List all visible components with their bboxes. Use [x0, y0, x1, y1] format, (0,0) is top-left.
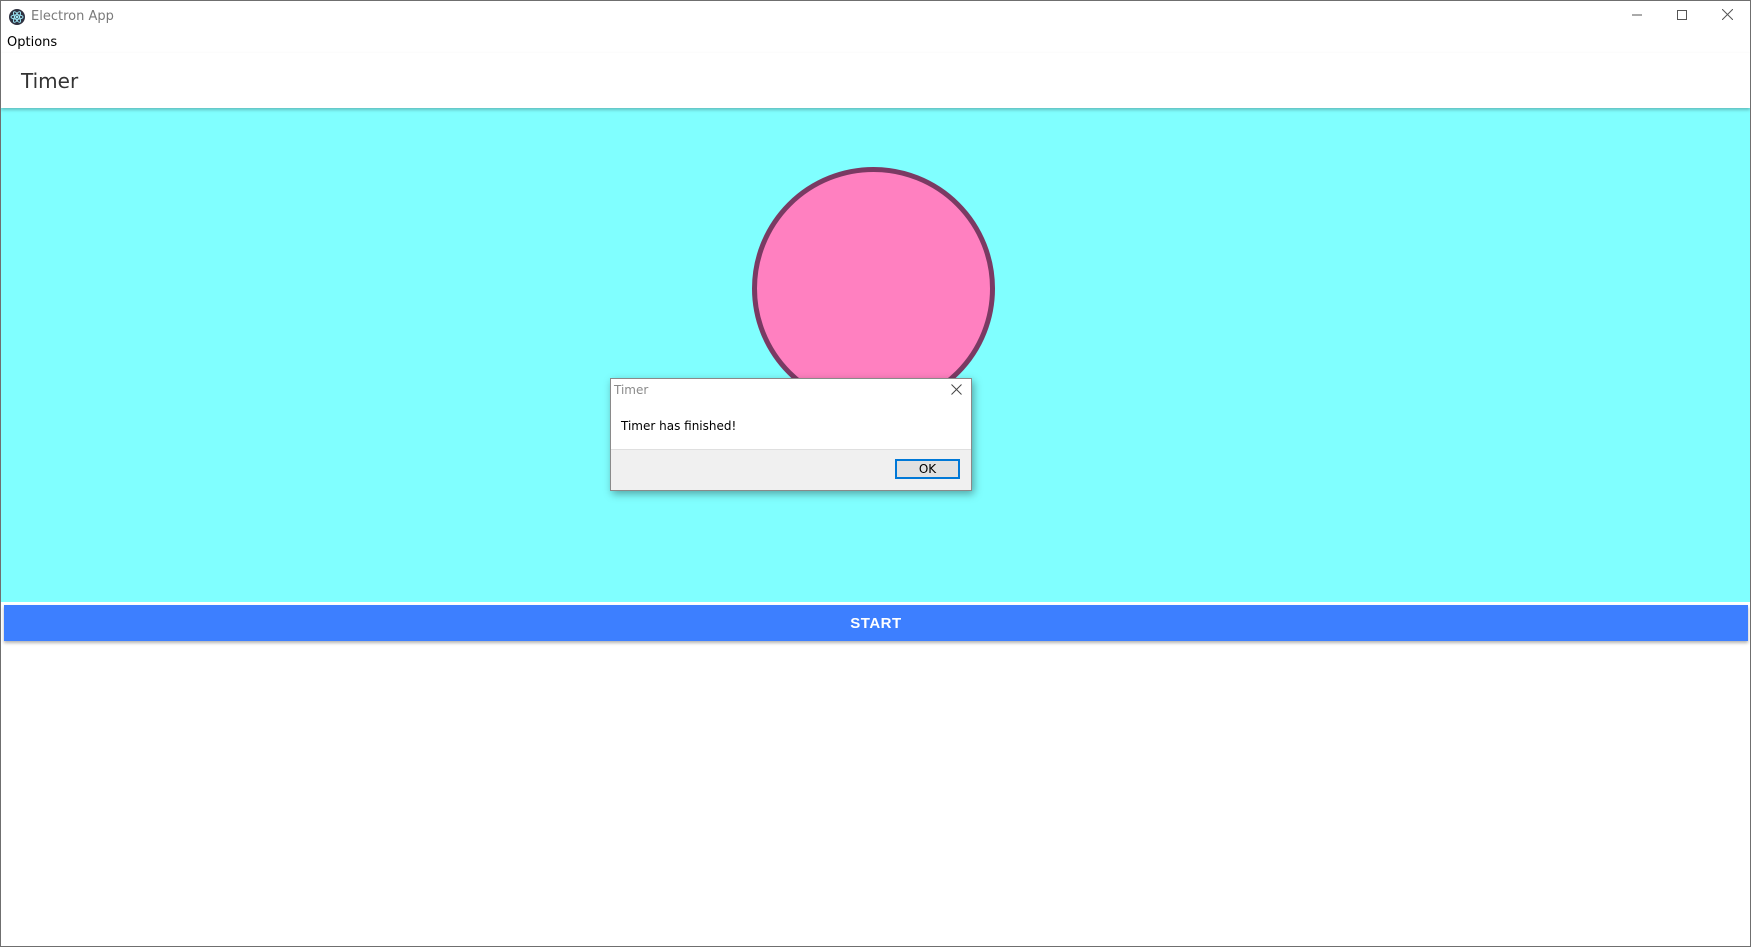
maximize-icon	[1677, 7, 1687, 25]
dialog-message: Timer has finished!	[621, 419, 737, 433]
maximize-button[interactable]	[1659, 1, 1705, 31]
menu-bar: Options	[1, 31, 1750, 53]
ok-button[interactable]: OK	[895, 459, 960, 479]
close-icon	[950, 382, 962, 400]
close-button[interactable]	[1704, 1, 1750, 31]
start-button[interactable]: START	[4, 605, 1748, 641]
electron-logo-icon	[9, 9, 25, 25]
dialog-footer: OK	[611, 449, 971, 490]
title-bar[interactable]: Electron App	[1, 1, 1750, 31]
app-header: Timer	[1, 53, 1750, 108]
dialog-close-button[interactable]	[941, 379, 971, 403]
app-window: Electron App Options Timer START Timer T…	[0, 0, 1751, 947]
dialog-title: Timer	[614, 383, 649, 397]
timer-circle	[752, 167, 995, 410]
window-title: Electron App	[31, 9, 114, 24]
alert-dialog: Timer Timer has finished! OK	[610, 378, 972, 491]
page-title: Timer	[21, 69, 79, 93]
timer-stage	[1, 108, 1750, 602]
close-icon	[1721, 7, 1733, 25]
minimize-icon	[1632, 7, 1642, 25]
minimize-button[interactable]	[1614, 1, 1660, 31]
menu-item-options[interactable]: Options	[7, 35, 57, 50]
